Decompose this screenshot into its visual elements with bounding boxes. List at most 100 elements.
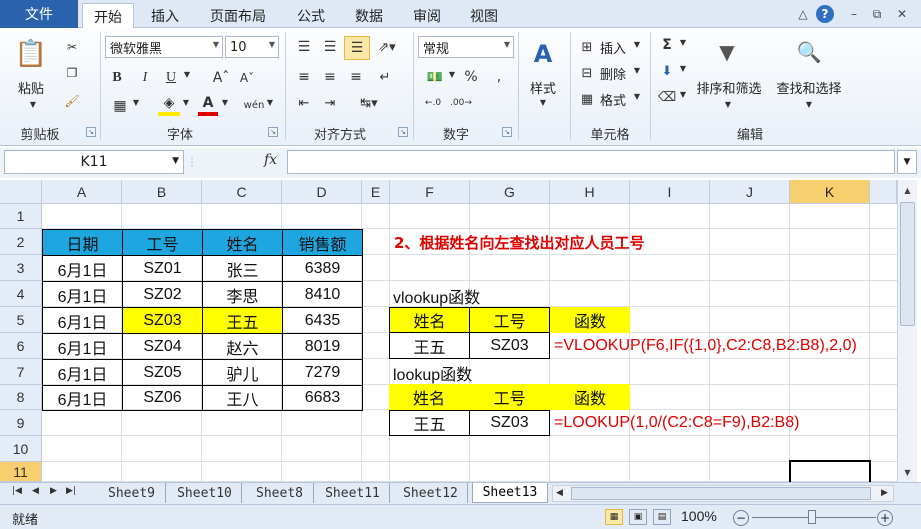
underline-dropdown-icon[interactable]: ▼	[182, 70, 192, 79]
borders-icon[interactable]: ▦	[110, 96, 130, 116]
font-size-combo[interactable]: 10 ▼	[225, 36, 279, 58]
accounting-dropdown-icon[interactable]: ▼	[447, 70, 457, 79]
sort-dropdown-icon[interactable]: ▼	[723, 100, 733, 109]
delete-cells-button[interactable]: 删除	[600, 64, 626, 83]
sheet-tab-sheet13[interactable]: Sheet13	[472, 483, 548, 503]
row-header-5[interactable]: 5	[0, 307, 42, 333]
merge-center-icon[interactable]: ↹▾	[352, 94, 386, 112]
vlookup-formula-text[interactable]: =VLOOKUP(F6,IF({1,0},C2:C8,B2:B8),2,0)	[554, 337, 857, 355]
sales-cell[interactable]: 6月1日	[42, 385, 123, 411]
delete-dropdown-icon[interactable]: ▼	[632, 66, 642, 75]
sheet-tab-sheet12[interactable]: Sheet12	[394, 483, 468, 503]
formula-input[interactable]	[287, 150, 895, 174]
increase-indent-icon[interactable]: ⇥	[320, 94, 340, 112]
decrease-decimal-icon[interactable]: .00→	[450, 94, 472, 112]
insert-cells-button[interactable]: 插入	[600, 38, 626, 57]
page-layout-view-icon[interactable]: ▣	[629, 509, 647, 525]
sales-cell[interactable]: SZ05	[122, 359, 203, 386]
align-bottom-icon[interactable]: ☰	[344, 36, 370, 60]
fill-icon[interactable]: ⬇	[658, 62, 676, 80]
column-header-c[interactable]: C	[202, 180, 282, 204]
vlookup-header-id[interactable]: 工号	[469, 307, 550, 333]
shrink-font-icon[interactable]: Aˇ	[236, 68, 258, 88]
sales-header-cell[interactable]: 销售额	[282, 229, 363, 256]
borders-dropdown-icon[interactable]: ▼	[131, 98, 141, 107]
format-cells-button[interactable]: 格式	[600, 90, 626, 109]
font-launcher-icon[interactable]: ↘	[268, 127, 278, 137]
first-sheet-icon[interactable]: |◀	[12, 486, 22, 496]
sales-cell[interactable]: SZ02	[122, 281, 203, 308]
sort-filter-icon[interactable]: ▼	[710, 36, 744, 68]
vertical-scrollbar[interactable]: ▲ ▼	[897, 180, 917, 483]
row-header-9[interactable]: 9	[0, 410, 42, 436]
lookup-header-func[interactable]: 函数	[550, 384, 630, 410]
insert-function-button[interactable]: fx	[264, 152, 277, 168]
phonetic-icon[interactable]: wén	[243, 94, 265, 116]
sales-cell[interactable]: 王五	[202, 307, 283, 334]
file-tab[interactable]: 文件	[0, 0, 78, 28]
align-top-icon[interactable]: ☰	[294, 38, 314, 56]
font-name-combo[interactable]: 微软雅黑 ▼	[105, 36, 223, 58]
vlookup-header-name[interactable]: 姓名	[389, 307, 470, 333]
number-launcher-icon[interactable]: ↘	[502, 127, 512, 137]
last-sheet-icon[interactable]: ▶|	[66, 486, 76, 496]
sales-header-cell[interactable]: 工号	[122, 229, 203, 256]
sales-cell[interactable]: SZ01	[122, 255, 203, 282]
sales-header-cell[interactable]: 日期	[42, 229, 123, 256]
row-header-7[interactable]: 7	[0, 359, 42, 385]
orientation-icon[interactable]: ⇗▾	[374, 38, 400, 56]
row-header-2[interactable]: 2	[0, 229, 42, 255]
paste-icon[interactable]: 📋	[14, 36, 48, 72]
sales-cell[interactable]: 6月1日	[42, 281, 123, 308]
delete-cells-icon[interactable]: ⊟	[578, 64, 596, 82]
sales-cell[interactable]: SZ04	[122, 333, 203, 360]
autosum-dropdown-icon[interactable]: ▼	[678, 38, 688, 47]
sheet-tab-sheet8[interactable]: Sheet8	[246, 483, 314, 503]
font-color-icon[interactable]: A	[198, 94, 218, 116]
align-right-icon[interactable]: ≡	[346, 68, 366, 86]
scroll-down-icon[interactable]: ▼	[899, 463, 916, 481]
grow-font-icon[interactable]: Aˆ	[210, 68, 232, 88]
sales-cell[interactable]: 7279	[282, 359, 363, 386]
cut-icon[interactable]: ✂	[62, 38, 82, 56]
next-sheet-icon[interactable]: ▶	[50, 486, 57, 496]
select-all-corner[interactable]	[0, 180, 42, 204]
vlookup-name-cell[interactable]: 王五	[389, 332, 470, 359]
copy-icon[interactable]: ❐	[62, 64, 82, 82]
sales-cell[interactable]: 6683	[282, 385, 363, 411]
lookup-formula-text[interactable]: =LOOKUP(1,0/(C2:C8=F9),B2:B8)	[554, 414, 799, 432]
styles-button[interactable]: 样式	[522, 78, 564, 97]
sales-cell[interactable]: 驴儿	[202, 359, 283, 386]
sales-cell[interactable]: SZ03	[122, 307, 203, 334]
expand-formula-icon[interactable]: ▼	[897, 150, 917, 174]
column-header-g[interactable]: G	[470, 180, 550, 204]
tab-home[interactable]: 开始	[82, 3, 134, 29]
vlookup-id-cell[interactable]: SZ03	[469, 332, 550, 359]
normal-view-icon[interactable]: ▦	[605, 509, 623, 525]
clear-dropdown-icon[interactable]: ▼	[678, 90, 688, 99]
column-header-k[interactable]: K	[790, 180, 870, 204]
tab-page-layout[interactable]: 页面布局	[199, 3, 277, 28]
format-painter-icon[interactable]: 🖌	[62, 92, 82, 110]
wrap-text-icon[interactable]: ↵	[374, 68, 396, 86]
window-minimize-icon[interactable]: –	[844, 4, 864, 24]
insert-dropdown-icon[interactable]: ▼	[632, 40, 642, 49]
format-dropdown-icon[interactable]: ▼	[632, 92, 642, 101]
styles-dropdown-icon[interactable]: ▼	[538, 98, 548, 107]
comma-style-icon[interactable]: ,	[488, 68, 510, 86]
column-header-f[interactable]: F	[390, 180, 470, 204]
sales-cell[interactable]: 6月1日	[42, 359, 123, 386]
sales-cell[interactable]: 6月1日	[42, 333, 123, 360]
italic-button[interactable]: I	[136, 68, 154, 88]
underline-button[interactable]: U	[162, 68, 180, 88]
clear-icon[interactable]: ⌫	[658, 88, 676, 106]
row-header-10[interactable]: 10	[0, 436, 42, 462]
sort-filter-button[interactable]: 排序和筛选	[690, 78, 768, 97]
align-left-icon[interactable]: ≡	[294, 68, 314, 86]
find-select-button[interactable]: 查找和选择	[770, 78, 848, 97]
lookup-header-id[interactable]: 工号	[469, 384, 550, 410]
ribbon-minimize-icon[interactable]: △	[793, 4, 813, 24]
lookup-header-name[interactable]: 姓名	[389, 384, 469, 410]
clipboard-launcher-icon[interactable]: ↘	[86, 127, 96, 137]
lookup-id-cell[interactable]: SZ03	[469, 410, 550, 436]
